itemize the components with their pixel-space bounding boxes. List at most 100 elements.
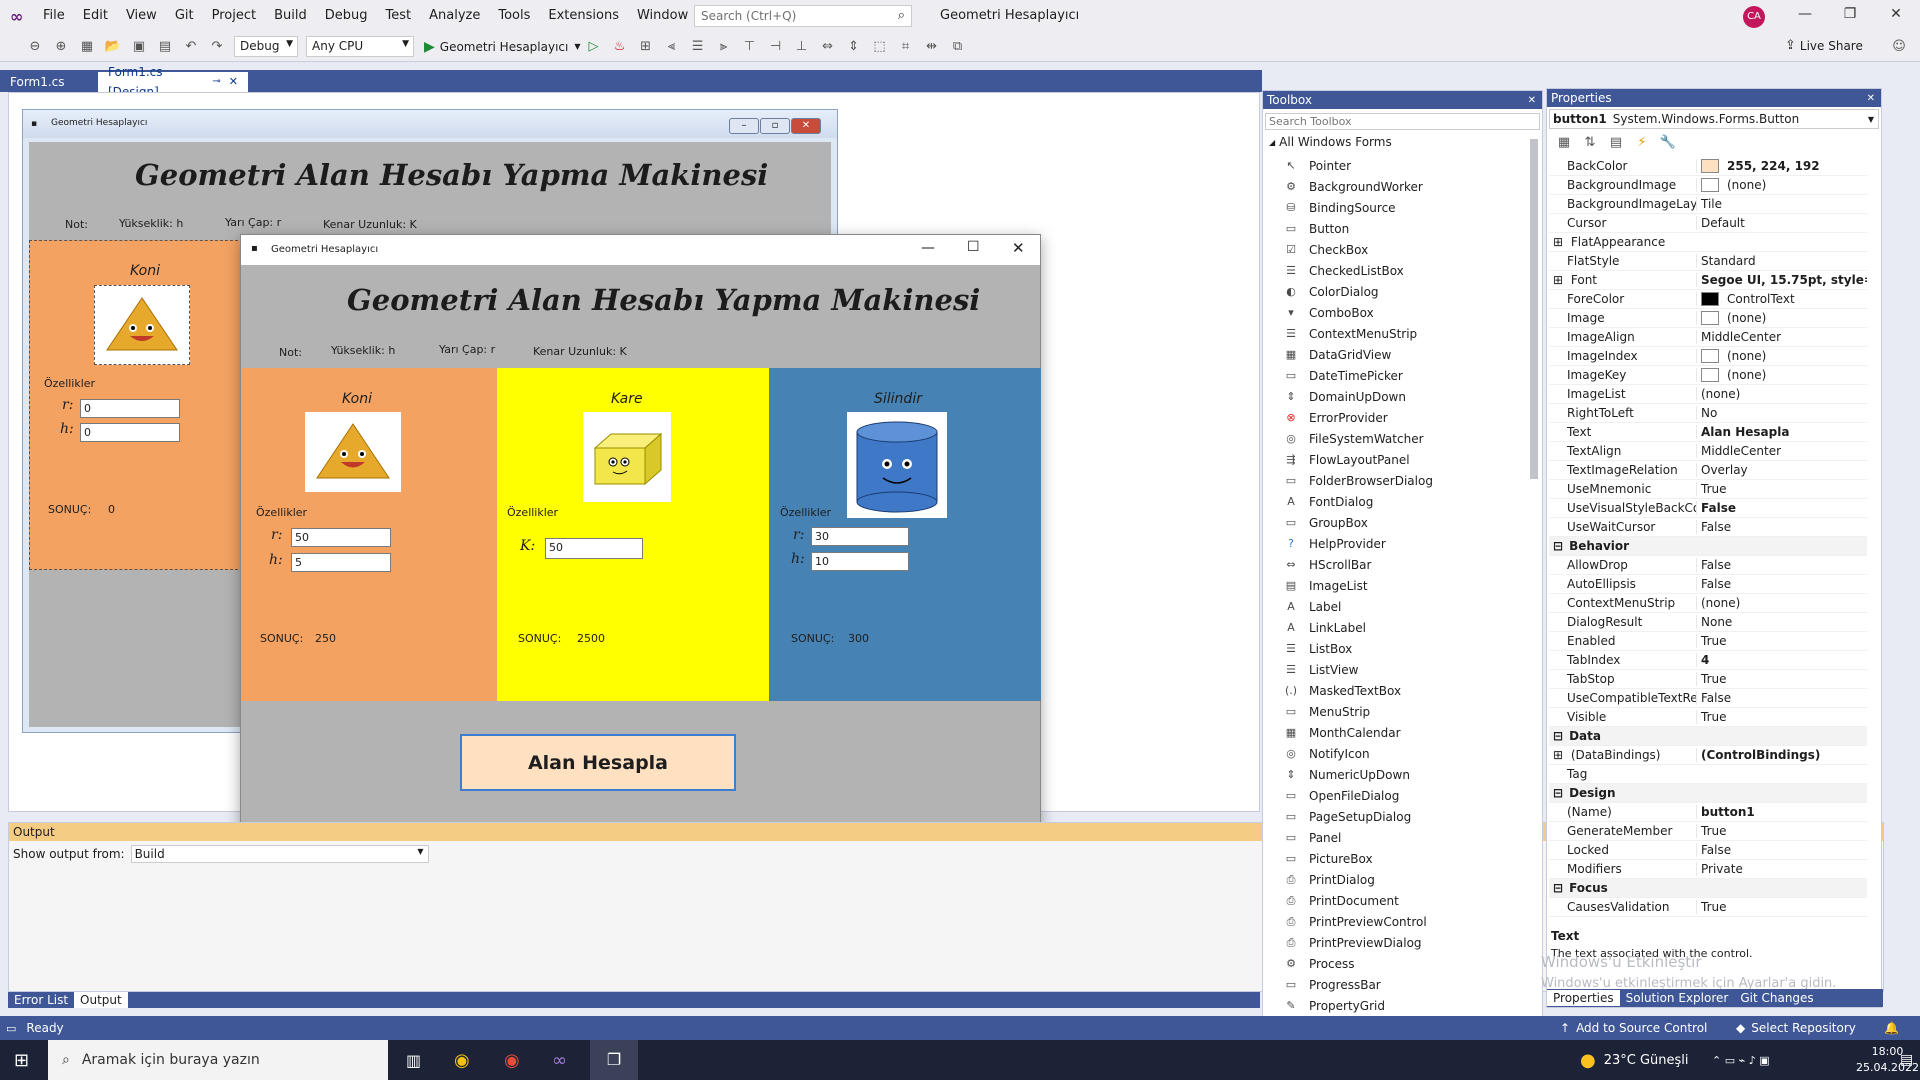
platform-dropdown[interactable]: Any CPU ▼ [306, 36, 414, 57]
property-value[interactable]: (none) [1696, 311, 1867, 325]
toolbox-item[interactable]: ▦ DataGridView [1263, 344, 1525, 365]
property-row[interactable]: ImageIndex (none) [1549, 347, 1867, 366]
toolbox-item[interactable]: A FontDialog [1263, 491, 1525, 512]
toolbox-item[interactable]: A LinkLabel [1263, 617, 1525, 638]
property-value[interactable]: False [1696, 558, 1867, 572]
toolbox-item[interactable]: ☰ ListBox [1263, 638, 1525, 659]
property-pages-icon[interactable]: 🔧 [1657, 132, 1679, 154]
add-to-source-control-button[interactable]: ↑ Add to Source Control [1560, 1021, 1707, 1035]
categorized-icon[interactable]: ▦ [1553, 132, 1575, 154]
close-icon[interactable]: ✕ [1528, 95, 1536, 106]
object-selector[interactable]: button1 System.Windows.Forms.Button ▼ [1549, 109, 1879, 129]
designer-cone-picture[interactable] [94, 285, 190, 365]
tab-solution-explorer[interactable]: Solution Explorer [1620, 990, 1735, 1006]
property-row[interactable]: ⊞ Font Segoe UI, 15.75pt, style=Bo [1549, 271, 1867, 290]
collapse-icon[interactable]: ⊟ [1553, 539, 1563, 553]
kare-k-input[interactable]: 50 [545, 538, 643, 559]
close-icon[interactable]: ✕ [229, 72, 238, 92]
align-right-icon[interactable]: ⫸ [713, 36, 735, 58]
property-value[interactable]: button1 [1696, 805, 1867, 819]
property-row[interactable]: Enabled True [1549, 632, 1867, 651]
undo-icon[interactable]: ↶ [180, 36, 202, 58]
property-row[interactable]: BackColor 255, 224, 192 [1549, 157, 1867, 176]
select-repository-button[interactable]: ◆ Select Repository [1736, 1021, 1856, 1035]
toolbox-item[interactable]: ◎ NotifyIcon [1263, 743, 1525, 764]
toolbox-item[interactable]: ⛁ BindingSource [1263, 197, 1525, 218]
same-height-icon[interactable]: ⇕ [843, 36, 865, 58]
property-value[interactable]: Segoe UI, 15.75pt, style=Bo [1696, 273, 1867, 287]
designer-h-input[interactable]: 0 [80, 423, 180, 442]
property-row[interactable]: RightToLeft No [1549, 404, 1867, 423]
menu-item-build[interactable]: Build [265, 0, 316, 32]
toolbox-search-input[interactable]: Search Toolbox [1265, 113, 1540, 130]
close-button[interactable]: ✕ [1884, 6, 1908, 26]
align-center-icon[interactable]: ☰ [687, 36, 709, 58]
menu-item-edit[interactable]: Edit [74, 0, 117, 32]
notification-center-icon[interactable]: ▤ [1900, 1052, 1913, 1068]
toolbox-item[interactable]: ◐ ColorDialog [1263, 281, 1525, 302]
silindir-h-input[interactable]: 10 [811, 552, 909, 571]
property-value[interactable]: True [1696, 482, 1867, 496]
property-value[interactable]: False [1696, 520, 1867, 534]
property-value[interactable]: Default [1696, 216, 1867, 230]
hot-reload-icon[interactable]: ♨ [609, 36, 631, 58]
property-row[interactable]: ContextMenuStrip (none) [1549, 594, 1867, 613]
menu-item-extensions[interactable]: Extensions [539, 0, 628, 32]
collapse-icon[interactable]: ⊟ [1553, 881, 1563, 895]
minimize-button[interactable]: — [1793, 6, 1817, 26]
configuration-dropdown[interactable]: Debug ▼ [234, 36, 298, 57]
property-row[interactable]: UseCompatibleTextRenderi False [1549, 689, 1867, 708]
visual-studio-logo-icon[interactable]: ∞ [10, 7, 32, 26]
toolbox-item[interactable]: ▤ ImageList [1263, 575, 1525, 596]
toolbox-item[interactable]: ▭ DateTimePicker [1263, 365, 1525, 386]
menu-item-window[interactable]: Window [628, 0, 697, 32]
property-row[interactable]: UseVisualStyleBackColor False [1549, 499, 1867, 518]
tab-form1-design[interactable]: Form1.cs [Design] ⊸ ✕ [98, 65, 248, 99]
toolbox-item[interactable]: ⚙ Process [1263, 953, 1525, 974]
toolbox-scrollbar[interactable] [1530, 139, 1538, 479]
toolbox-item[interactable]: ⚙ BackgroundWorker [1263, 176, 1525, 197]
redo-icon[interactable]: ↷ [206, 36, 228, 58]
property-value[interactable]: Overlay [1696, 463, 1867, 477]
properties-icon[interactable]: ▤ [1605, 132, 1627, 154]
visual-studio-taskbar-icon[interactable]: ∞ [552, 1050, 567, 1071]
back-icon[interactable]: ⊖ [24, 36, 46, 58]
property-value[interactable]: Tile [1696, 197, 1867, 211]
output-source-dropdown[interactable]: Build ▼ [130, 845, 429, 863]
property-value[interactable]: True [1696, 710, 1867, 724]
property-row[interactable]: AllowDrop False [1549, 556, 1867, 575]
property-row[interactable]: (Name) button1 [1549, 803, 1867, 822]
toolbox-item[interactable]: ? HelpProvider [1263, 533, 1525, 554]
toolbox-item[interactable]: ▭ OpenFileDialog [1263, 785, 1525, 806]
menu-item-git[interactable]: Git [166, 0, 203, 32]
toolbox-item[interactable]: ▦ MonthCalendar [1263, 722, 1525, 743]
property-category[interactable]: ⊟ Focus [1549, 879, 1867, 898]
property-row[interactable]: ImageList (none) [1549, 385, 1867, 404]
property-row[interactable]: ImageKey (none) [1549, 366, 1867, 385]
property-row[interactable]: UseMnemonic True [1549, 480, 1867, 499]
search-input[interactable]: Search (Ctrl+Q) ⌕ [694, 5, 912, 27]
designer-koni-panel[interactable]: Koni Özellikler r: h: 0 0 SONUÇ: 0 [29, 240, 243, 570]
toolbox-item[interactable]: ▭ FolderBrowserDialog [1263, 470, 1525, 491]
koni-r-input[interactable]: 50 [291, 528, 391, 547]
property-value[interactable]: (none) [1696, 178, 1867, 192]
layout-icon[interactable]: ⊞ [635, 36, 657, 58]
tab-git-changes[interactable]: Git Changes [1734, 990, 1819, 1006]
app-window-taskbar-icon[interactable]: ❐ [590, 1040, 638, 1080]
collapse-icon[interactable]: ⊟ [1553, 786, 1563, 800]
menu-item-test[interactable]: Test [377, 0, 421, 32]
property-value[interactable]: False [1696, 691, 1867, 705]
property-row[interactable]: Image (none) [1549, 309, 1867, 328]
property-row[interactable]: BackgroundImageLayout Tile [1549, 195, 1867, 214]
property-value[interactable]: (none) [1696, 596, 1867, 610]
toolbox-item[interactable]: ▭ PictureBox [1263, 848, 1525, 869]
property-row[interactable]: ImageAlign MiddleCenter [1549, 328, 1867, 347]
collapse-icon[interactable]: ⊟ [1553, 729, 1563, 743]
tray-icons[interactable]: ⌃ ▭ ⌁ ♪ ▣ [1712, 1054, 1770, 1067]
tab-form1-cs[interactable]: Form1.cs [0, 72, 98, 92]
property-row[interactable]: TabStop True [1549, 670, 1867, 689]
toolbox-item[interactable]: ◎ FileSystemWatcher [1263, 428, 1525, 449]
property-value[interactable]: Alan Hesapla [1696, 425, 1867, 439]
property-row[interactable]: BackgroundImage (none) [1549, 176, 1867, 195]
tab-properties[interactable]: Properties [1547, 990, 1620, 1006]
